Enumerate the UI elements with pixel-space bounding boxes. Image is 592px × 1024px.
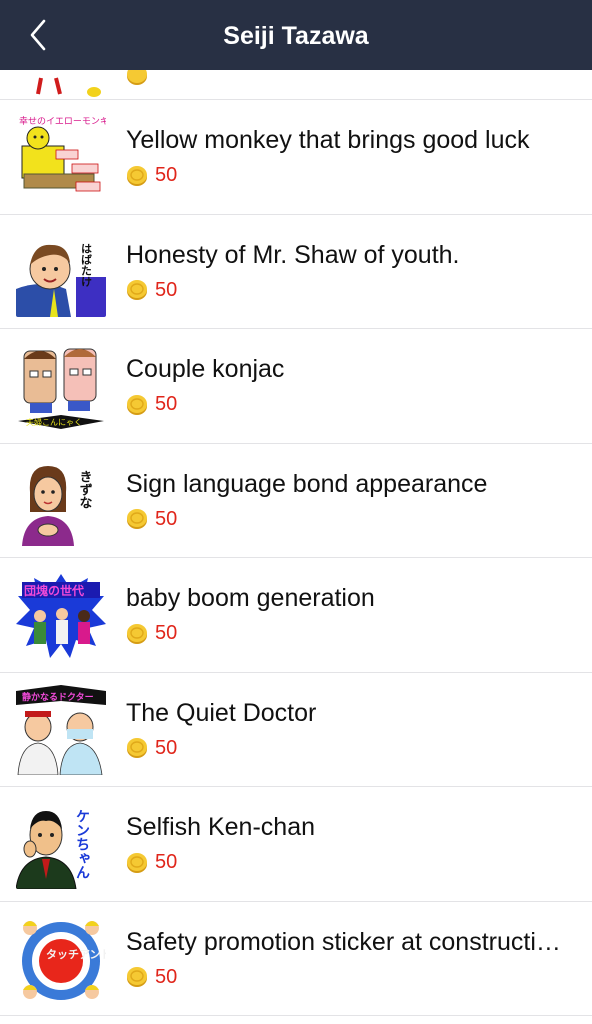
price-value: 50 <box>155 622 178 644</box>
item-price: 50 <box>126 737 177 760</box>
thumb-caption: 静かなるドクター <box>22 691 94 703</box>
price-value: 50 <box>155 393 178 415</box>
item-price: 50 <box>126 966 177 989</box>
page-title: Seiji Tazawa <box>223 22 369 50</box>
item-title: Honesty of Mr. Shaw of youth. <box>126 240 460 269</box>
coin-icon <box>127 852 147 873</box>
sticker-thumbnail: 団塊の世代 <box>16 570 106 660</box>
thumb-caption: 幸せのイエローモンキー <box>19 116 106 127</box>
item-title: The Quiet Doctor <box>126 698 317 727</box>
price-value: 50 <box>155 736 178 759</box>
coin-icon <box>127 738 147 758</box>
thumb-caption: きずな <box>77 470 93 509</box>
coin-icon <box>127 70 147 85</box>
sticker-thumbnail <box>16 70 106 98</box>
sticker-thumbnail: はばたけ <box>16 226 106 317</box>
list-item[interactable]: タッチアンドコール Safety promotion sticker at co… <box>0 902 592 1016</box>
item-price: 50 <box>126 851 177 874</box>
item-price: 50 <box>126 622 177 645</box>
price-value: 50 <box>155 164 178 186</box>
item-title: Selfish Ken-chan <box>126 813 316 841</box>
price-value: 50 <box>155 965 178 988</box>
navigation-bar: Seiji Tazawa <box>0 0 592 70</box>
thumb-caption: 夫婦こんにゃく <box>26 417 82 427</box>
sticker-list: 幸せのイエローモンキー Yellow monkey that brings go… <box>0 70 592 1016</box>
coin-icon <box>127 394 147 415</box>
thumb-caption: 団塊の世代 <box>24 583 84 598</box>
price-value: 50 <box>155 851 178 873</box>
item-title: baby boom generation <box>126 584 375 612</box>
sticker-thumbnail: タッチアンドコール <box>16 913 106 1004</box>
list-item-partial[interactable] <box>0 70 592 100</box>
list-item[interactable]: きずな Sign language bond appearance 50 <box>0 444 592 558</box>
thumb-caption: タッチアンドコール <box>46 948 106 961</box>
sticker-thumbnail: ケンちゃん <box>16 799 106 889</box>
price-value: 50 <box>155 278 178 301</box>
sticker-thumbnail: 幸せのイエローモンキー <box>16 112 106 202</box>
thumb-caption: はばたけ <box>80 242 93 286</box>
item-price: 50 <box>126 164 177 187</box>
coin-icon <box>127 967 147 987</box>
list-item[interactable]: はばたけ Honesty of Mr. Shaw of youth. 50 <box>0 215 592 329</box>
thumb-caption: ケンちゃん <box>74 809 90 879</box>
list-item[interactable]: 静かなるドクター The Quiet Doctor 50 <box>0 673 592 787</box>
list-item[interactable]: 夫婦こんにゃく Couple konjac 50 <box>0 329 592 444</box>
sticker-thumbnail: 静かなるドクター <box>16 684 106 775</box>
coin-icon <box>127 165 147 186</box>
price-value: 50 <box>155 507 178 530</box>
item-price: 50 <box>126 279 177 302</box>
item-price: 50 <box>126 393 177 416</box>
coin-icon <box>127 280 147 300</box>
item-title: Sign language bond appearance <box>126 469 488 498</box>
sticker-thumbnail: 夫婦こんにゃく <box>16 341 106 431</box>
item-title: Yellow monkey that brings good luck <box>126 126 530 154</box>
sticker-thumbnail: きずな <box>16 455 106 546</box>
coin-icon <box>127 623 147 644</box>
coin-icon <box>127 509 147 529</box>
item-title: Couple konjac <box>126 355 285 383</box>
list-item[interactable]: 幸せのイエローモンキー Yellow monkey that brings go… <box>0 100 592 215</box>
item-price: 50 <box>126 508 177 531</box>
list-item[interactable]: 団塊の世代 baby boom generation 50 <box>0 558 592 673</box>
item-title: Safety promotion sticker at construction… <box>126 927 566 956</box>
list-item[interactable]: ケンちゃん Selfish Ken-chan 50 <box>0 787 592 902</box>
